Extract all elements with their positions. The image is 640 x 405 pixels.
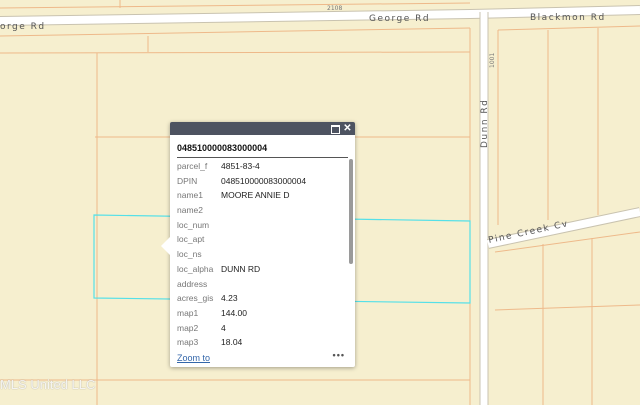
popup-title: 048510000083000004 (177, 143, 348, 158)
parcel-info-popup: ✕ 048510000083000004 parcel_f 4851-83-4 D… (161, 122, 355, 367)
attribute-key: map2 (177, 322, 199, 333)
popup-footer: Zoom to ••• (177, 350, 345, 365)
attribute-key: map3 (177, 337, 199, 348)
more-options-button[interactable]: ••• (333, 350, 345, 360)
attribute-value: 4.23 (221, 293, 238, 304)
popup-scrollbar[interactable] (349, 159, 353, 351)
close-icon[interactable]: ✕ (342, 123, 353, 134)
zoom-to-link[interactable]: Zoom to (177, 353, 210, 363)
attribute-row: acres_gis 4.23 (177, 291, 347, 306)
attribute-key: map1 (177, 307, 199, 318)
mls-watermark: MLS United LLC (0, 377, 96, 392)
maximize-icon[interactable] (330, 123, 341, 134)
attribute-key: loc_alpha (177, 263, 214, 274)
popup-header: ✕ (170, 122, 355, 135)
attribute-row: loc_num (177, 218, 347, 233)
scrollbar-thumb[interactable] (349, 159, 353, 264)
attribute-value: 18.04 (221, 337, 243, 348)
attribute-row: name2 (177, 203, 347, 218)
attribute-key: parcel_f (177, 161, 208, 171)
attribute-row: parcel_f 4851-83-4 (177, 159, 347, 174)
road-label-george-left: orge Rd (0, 22, 46, 32)
attribute-key: name2 (177, 205, 203, 216)
road-label-george: George Rd (369, 14, 430, 24)
attribute-value: 4851-83-4 (221, 161, 260, 171)
attribute-key: DPIN (177, 175, 198, 186)
attribute-row: name1 MOORE ANNIE D (177, 188, 347, 203)
attribute-value: MOORE ANNIE D (221, 190, 290, 201)
popup-pointer (161, 237, 170, 255)
attribute-list: parcel_f 4851-83-4 DPIN 048510000083000004… (177, 159, 347, 351)
attribute-row: loc_apt (177, 232, 347, 247)
attribute-key: name1 (177, 190, 203, 201)
attribute-key: loc_num (177, 219, 210, 230)
attribute-row: map3 18.04 (177, 335, 347, 350)
attribute-key: address (177, 278, 208, 289)
road-label-blackmon: Blackmon Rd (530, 13, 606, 23)
attribute-key: acres_gis (177, 293, 214, 304)
attribute-row: loc_ns (177, 247, 347, 262)
attribute-row: DPIN 048510000083000004 (177, 174, 347, 189)
attribute-row: address (177, 277, 347, 292)
road-label-dunn: Dunn Rd (480, 99, 490, 148)
attribute-key: loc_apt (177, 234, 205, 245)
address-number-1001: 1001 (489, 53, 496, 68)
address-number-2108: 2108 (327, 5, 342, 12)
attribute-key: loc_ns (177, 249, 202, 260)
attribute-row: map1 144.00 (177, 306, 347, 321)
attribute-value: 144.00 (221, 307, 247, 318)
attribute-value: 048510000083000004 (221, 175, 307, 186)
attribute-value: DUNN RD (221, 263, 261, 274)
attribute-value: 4 (221, 322, 226, 333)
attribute-row: loc_alpha DUNN RD (177, 262, 347, 277)
attribute-row: map2 4 (177, 321, 347, 336)
